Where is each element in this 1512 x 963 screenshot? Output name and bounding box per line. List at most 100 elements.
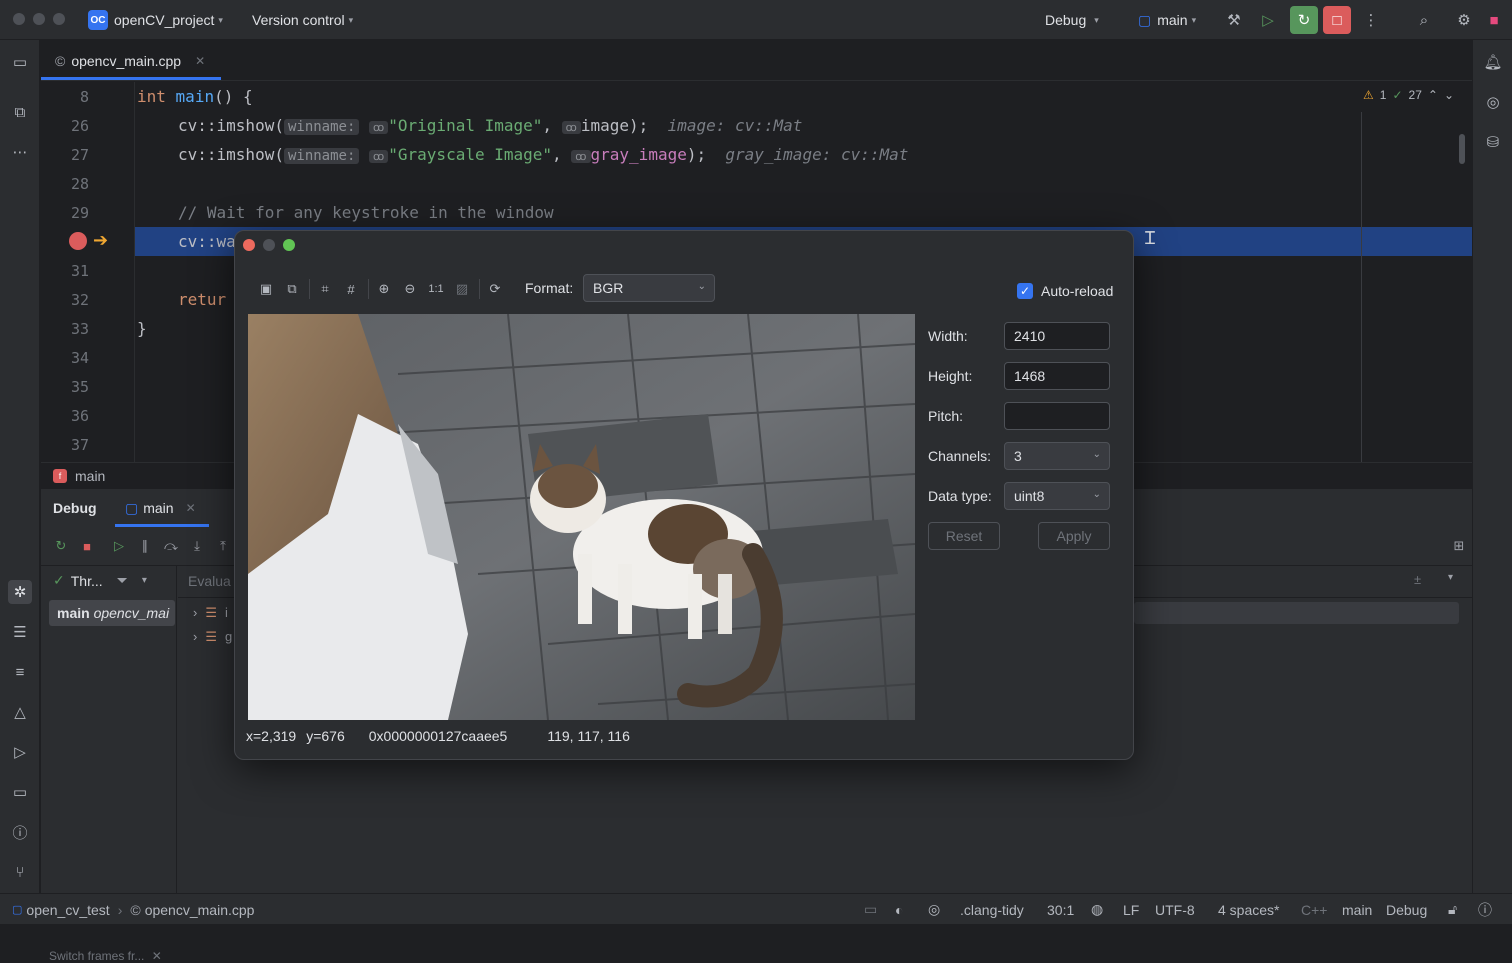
right-margin-guide [1361,112,1362,462]
close-icon[interactable]: ✕ [195,54,205,68]
window-zoom-button[interactable] [53,13,65,25]
switch-frames-hint: Switch frames fr... ✕ [49,949,162,963]
auto-reload-checkbox[interactable]: ✓ [1017,283,1033,299]
language-label[interactable]: C++ [1301,894,1327,925]
pause-icon[interactable]: ∥ [135,536,155,556]
copy-icon[interactable]: ⧉ [282,279,302,299]
alert-circle-icon[interactable]: ⓘ [8,820,32,844]
lock-icon[interactable]: 🔓︎ [1448,894,1457,925]
services-icon[interactable]: ☰ [8,620,32,644]
chevron-up-icon[interactable]: ⌃ [1428,88,1438,102]
height-field[interactable]: 1468 [1004,362,1110,390]
line-ending[interactable]: LF [1123,894,1139,925]
fit-icon[interactable]: ⌗ [315,279,335,299]
pitch-field[interactable] [1004,402,1110,430]
editor-tab-opencv-main[interactable]: © opencv_main.cpp ✕ [51,40,209,81]
breadcrumb-item[interactable]: main [75,468,105,484]
context-debug[interactable]: Debug [1386,894,1427,925]
jetbrains-ai-icon[interactable]: ■ [1482,8,1506,32]
tab-main-session[interactable]: ▢ main ✕ [125,489,196,527]
tab-debug[interactable]: Debug [53,489,97,527]
channels-select[interactable]: 3 ⌄ [1004,442,1110,470]
step-out-icon[interactable]: ⤒ [213,536,233,556]
chevron-down-icon[interactable]: ▾ [1448,572,1453,583]
problems-triangle-icon[interactable]: △ [8,700,32,724]
dialog-zoom-button[interactable] [283,239,295,251]
image-preview[interactable] [248,314,915,720]
version-control-menu[interactable]: Version control ▾ [252,0,353,40]
context-main[interactable]: main [1342,894,1372,925]
breakpoint-icon[interactable] [69,232,87,250]
filter-icon[interactable]: ⏷ [117,572,128,589]
add-watch-icon[interactable]: ± [1414,572,1421,587]
project-folder-icon[interactable]: ▭ [8,50,32,74]
chevron-right-icon[interactable]: › [193,629,197,645]
search-icon[interactable]: ⌕ [1412,8,1436,32]
image-icon[interactable]: ▨ [452,279,472,299]
rerun-icon[interactable]: ↻ [51,536,71,556]
frame-function: main [57,605,90,621]
chevron-down-icon[interactable]: ⌄ [1444,88,1454,102]
reset-button[interactable]: Reset [928,522,1000,550]
datatype-select[interactable]: uint8 ⌄ [1004,482,1110,510]
git-branch-icon[interactable]: ⑂ [8,860,32,884]
step-over-icon[interactable]: ⤼ [161,536,181,556]
run-config-selector[interactable]: Debug ▾ [1045,0,1099,40]
layout-icon[interactable]: ⊞ [1449,536,1469,556]
save-icon[interactable]: ▣ [256,279,276,299]
frame-row-selected[interactable]: main opencv_mai [49,600,175,626]
actual-size-button[interactable]: 1:1 [426,279,446,299]
branch-icon: ▢ [1138,11,1152,28]
build-hammer-icon[interactable]: ⚒ [1222,8,1246,32]
refresh-icon[interactable]: ⟳ [485,279,505,299]
status-project[interactable]: ▢ open_cv_test › © opencv_main.cpp [12,894,254,925]
terminal-icon[interactable]: ▭ [8,780,32,804]
rerun-debug-icon[interactable]: ↻ [1290,6,1318,34]
contrast-icon[interactable]: ◐ [895,894,903,925]
run-icon[interactable]: ▷ [8,740,32,764]
window-close-button[interactable] [13,13,25,25]
evaluate-placeholder: Evalua [188,573,231,589]
file-encoding[interactable]: UTF-8 [1155,894,1195,925]
variable-row[interactable]: › ☰ i [193,605,228,621]
gear-icon[interactable]: ⚙ [1452,8,1476,32]
chevron-down-icon[interactable]: ▾ [142,575,147,586]
project-switcher[interactable]: OC openCV_project ▾ [88,0,223,40]
inspection-icon[interactable]: ◍ [1091,894,1103,925]
variable-row[interactable]: › ☰ g [193,629,232,645]
stop-icon[interactable]: □ [1323,6,1351,34]
resume-icon[interactable]: ▷ [109,536,129,556]
more-tools-icon[interactable]: ⋯ [8,140,32,164]
clang-tidy-status[interactable]: .clang-tidy [960,894,1024,925]
inspection-widget[interactable]: ⚠ 1 ✓ 27 ⌃ ⌄ [1363,88,1454,102]
close-icon[interactable]: ✕ [186,501,196,515]
threads-header[interactable]: ✓ Thr... ⏷ ▾ [53,572,147,589]
todo-icon[interactable]: ≡ [8,660,32,684]
zoom-out-icon[interactable]: ⊖ [400,279,420,299]
caret-position[interactable]: 30:1 [1047,894,1074,925]
database-icon[interactable]: ⛁ [1481,130,1505,154]
stop-icon[interactable]: ■ [77,536,97,556]
ai-assistant-icon[interactable]: ◎ [1481,90,1505,114]
notifications-bell-icon[interactable]: 🔔︎ [1481,50,1505,74]
indent-setting[interactable]: 4 spaces* [1218,894,1279,925]
folder-icon[interactable]: ▭ [864,894,877,925]
crop-grid-icon[interactable]: # [341,279,361,299]
dialog-close-button[interactable] [243,239,255,251]
chevron-right-icon[interactable]: › [193,605,197,621]
dialog-minimize-button[interactable] [263,239,275,251]
step-into-icon[interactable]: ⤓ [187,536,207,556]
apply-button[interactable]: Apply [1038,522,1110,550]
debug-bug-icon[interactable]: ✲ [8,580,32,604]
structure-icon[interactable]: ⧉ [8,100,32,124]
editor-scrollbar[interactable] [1459,134,1465,164]
width-field[interactable]: 2410 [1004,322,1110,350]
window-minimize-button[interactable] [33,13,45,25]
ai-icon[interactable]: ◎ [928,894,940,925]
zoom-in-icon[interactable]: ⊕ [374,279,394,299]
more-actions-icon[interactable]: ⋮ [1359,8,1383,32]
resume-program-icon[interactable]: ▷ [1256,8,1280,32]
alert-circle-icon[interactable]: ⓘ [1478,894,1492,925]
branch-selector[interactable]: ▢ main ▾ [1138,0,1196,40]
format-select[interactable]: BGR ⌄ [583,274,715,302]
